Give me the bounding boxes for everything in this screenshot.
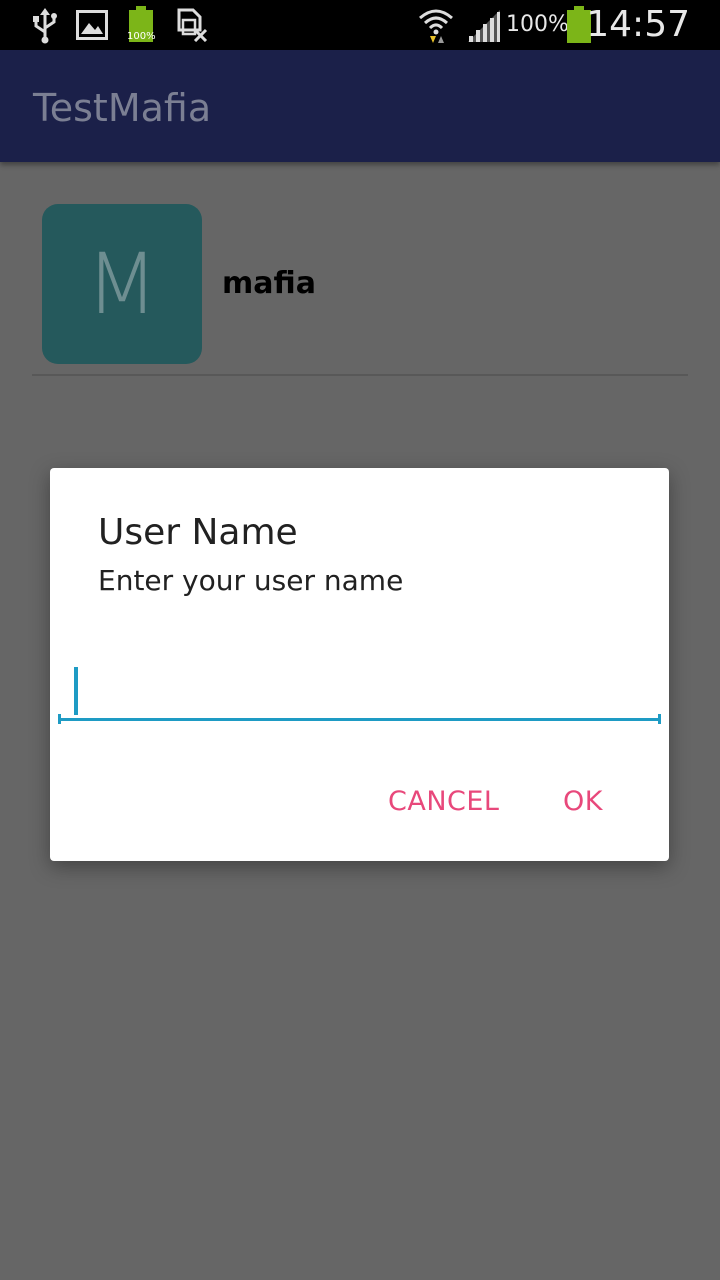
avatar: M bbox=[42, 204, 202, 364]
wifi-icon bbox=[419, 9, 453, 43]
battery-percent: 100% bbox=[506, 12, 569, 37]
list-divider bbox=[32, 374, 688, 376]
sim-no-icon bbox=[177, 8, 208, 42]
user-name-input[interactable] bbox=[58, 658, 660, 721]
usb-icon bbox=[33, 8, 57, 44]
dialog-title: User Name bbox=[98, 512, 298, 553]
image-icon bbox=[76, 10, 108, 40]
ok-button[interactable]: OK bbox=[563, 786, 603, 817]
list-item-name: mafia bbox=[222, 266, 316, 301]
cancel-button[interactable]: CANCEL bbox=[388, 786, 499, 817]
input-underline-tick-right bbox=[658, 714, 661, 724]
dialog-message: Enter your user name bbox=[98, 564, 404, 597]
avatar-letter: M bbox=[85, 235, 159, 333]
list-item[interactable]: M mafia bbox=[0, 162, 720, 376]
status-bar: 100% 100% 14:57 bbox=[0, 0, 720, 50]
app-bar: TestMafia bbox=[0, 50, 720, 162]
clock: 14:57 bbox=[586, 4, 690, 45]
battery-small-label: 100% bbox=[127, 31, 156, 42]
text-cursor bbox=[74, 667, 78, 715]
input-underline-tick-left bbox=[58, 714, 61, 724]
user-name-dialog: User Name Enter your user name CANCEL OK bbox=[50, 468, 669, 861]
app-title: TestMafia bbox=[33, 86, 212, 130]
signal-icon bbox=[468, 10, 500, 42]
